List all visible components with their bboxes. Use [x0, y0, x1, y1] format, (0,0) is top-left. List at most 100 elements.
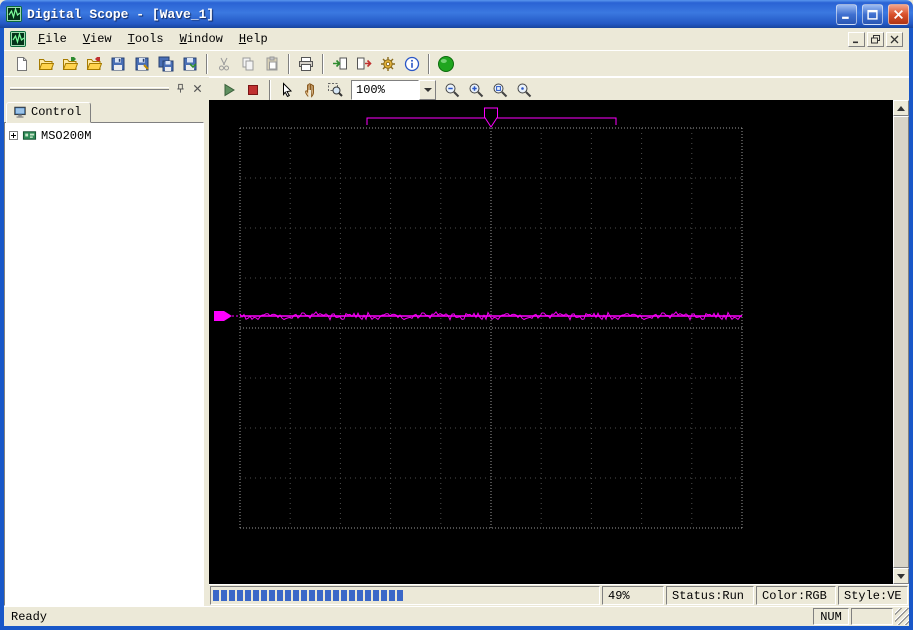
play-icon — [224, 83, 235, 96]
statusbar: Ready NUM — [4, 606, 909, 626]
scroll-up-button[interactable] — [893, 100, 909, 116]
mdi-close-button[interactable] — [886, 31, 903, 47]
close-icon — [894, 9, 903, 19]
app-scope-icon — [6, 6, 22, 22]
tree-item-device[interactable]: MSO200M — [7, 127, 201, 144]
mdi-minimize-button[interactable] — [848, 31, 865, 47]
progress-percent: 49% — [602, 586, 664, 605]
menu-window[interactable]: Window — [172, 30, 231, 48]
content-area: Control MSO200M 49% Status:Run Color:RGB… — [4, 100, 909, 606]
pushpin-icon — [177, 83, 184, 93]
zoom-out-button[interactable] — [440, 79, 464, 101]
export-data-icon — [357, 57, 372, 69]
save-as-button[interactable] — [130, 53, 154, 75]
pane-gripper[interactable] — [10, 87, 169, 90]
print-button[interactable] — [294, 53, 318, 75]
toolbar-separator — [206, 53, 208, 74]
pane-close-button[interactable] — [190, 81, 205, 96]
maximize-button[interactable] — [862, 3, 883, 25]
channel-marker[interactable] — [214, 311, 240, 321]
menu-view[interactable]: View — [75, 30, 120, 48]
mdi-window-controls — [848, 31, 903, 47]
tab-control[interactable]: Control — [6, 102, 92, 123]
recall-waveform-button[interactable] — [82, 53, 106, 75]
pan-hand-button[interactable] — [299, 79, 323, 101]
acquire-button[interactable] — [434, 53, 458, 75]
time-cursor-bracket[interactable] — [366, 107, 617, 128]
zoom-fit-button[interactable] — [488, 79, 512, 101]
device-tree: MSO200M — [4, 122, 204, 606]
tree-item-label: MSO200M — [41, 128, 92, 143]
scope-canvas-area[interactable] — [209, 100, 893, 584]
style-badge: Style:VE — [838, 586, 908, 605]
pane-close-icon — [193, 84, 202, 93]
save-icon — [111, 57, 125, 70]
scroll-down-button[interactable] — [893, 568, 909, 584]
stop-button[interactable] — [241, 79, 265, 101]
import-data-button[interactable] — [328, 53, 352, 75]
menu-file[interactable]: File — [30, 30, 75, 48]
scope-column: 49% Status:Run Color:RGB Style:VE — [209, 100, 909, 606]
zoom-in-button[interactable] — [464, 79, 488, 101]
mdi-child-icon[interactable] — [10, 31, 26, 47]
cut-icon — [219, 57, 229, 70]
close-button[interactable] — [888, 3, 909, 25]
progress-fill — [213, 590, 404, 601]
run-button[interactable] — [217, 79, 241, 101]
zoom-region-icon — [328, 82, 343, 97]
scrollbar-thumb[interactable] — [893, 116, 909, 568]
save-all-button[interactable] — [154, 53, 178, 75]
save-all-icon — [158, 56, 174, 71]
titlebar: Digital Scope - [Wave_1] — [0, 0, 913, 28]
about-button[interactable] — [400, 53, 424, 75]
zoom-dropdown-button[interactable] — [419, 79, 436, 100]
expand-plus-icon[interactable] — [9, 131, 18, 140]
zoom-window-button[interactable] — [323, 79, 347, 101]
new-file-button[interactable] — [10, 53, 34, 75]
maximize-icon — [867, 9, 878, 20]
settings-button[interactable] — [376, 53, 400, 75]
main-toolbar — [4, 50, 909, 76]
cursor-arrow-icon — [283, 81, 293, 97]
panel-tab-strip: Control — [4, 100, 204, 123]
folder-import-icon — [62, 56, 78, 70]
paste-button — [260, 53, 284, 75]
paste-icon — [266, 56, 278, 70]
vertical-scrollbar[interactable] — [893, 100, 909, 584]
scroll-down-icon — [897, 573, 905, 579]
zoom-all-button[interactable] — [512, 79, 536, 101]
select-cursor-button[interactable] — [275, 79, 299, 101]
stop-icon — [248, 84, 258, 95]
mdi-restore-icon — [871, 34, 880, 43]
gear-icon — [381, 56, 395, 71]
toolbar-separator — [288, 53, 290, 74]
scope-canvas — [214, 107, 743, 529]
minimize-button[interactable] — [836, 3, 857, 25]
minimize-icon — [842, 16, 849, 19]
menu-tools[interactable]: Tools — [120, 30, 172, 48]
status-extra-panel — [851, 608, 893, 625]
zoom-in-icon — [469, 83, 484, 97]
scope-status-row: 49% Status:Run Color:RGB Style:VE — [209, 584, 909, 606]
save-data-button[interactable] — [178, 53, 202, 75]
resize-grip[interactable] — [895, 608, 909, 625]
save-button[interactable] — [106, 53, 130, 75]
status-message: Ready — [11, 609, 48, 624]
zoom-all-icon — [517, 83, 532, 97]
cut-button — [212, 53, 236, 75]
window-frame: File View Tools Window Help 100% Control… — [0, 28, 913, 630]
open-file-button[interactable] — [34, 53, 58, 75]
zoom-fit-icon — [493, 83, 508, 97]
toolbar-separator — [428, 53, 430, 74]
pane-pin-button[interactable] — [173, 81, 188, 96]
new-file-icon — [17, 56, 27, 71]
export-data-button[interactable] — [352, 53, 376, 75]
load-setup-button[interactable] — [58, 53, 82, 75]
window-title: Digital Scope - [Wave_1] — [27, 6, 215, 22]
hand-icon — [305, 82, 314, 98]
zoom-value[interactable]: 100% — [351, 79, 419, 100]
toolbar-separator — [322, 53, 324, 74]
mdi-restore-button[interactable] — [867, 31, 884, 47]
print-icon — [299, 56, 313, 71]
menu-help[interactable]: Help — [231, 30, 276, 48]
